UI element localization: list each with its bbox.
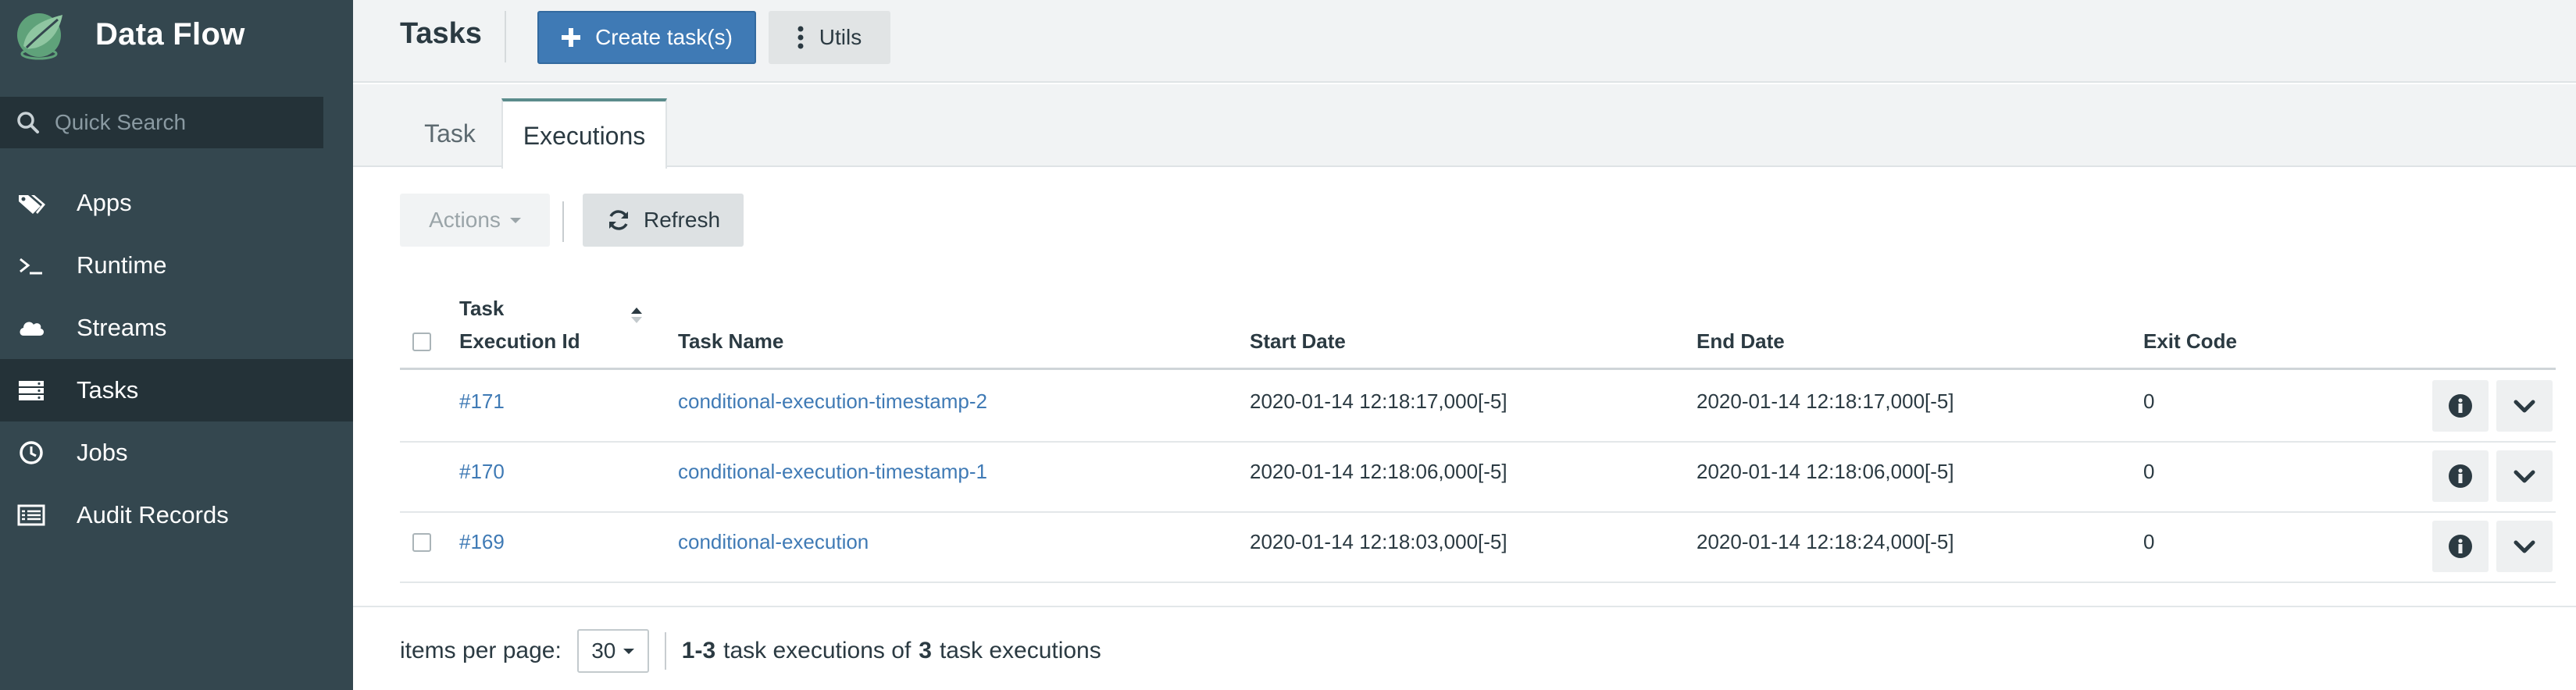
footer-divider-line: [353, 606, 2576, 607]
table-row: #170 conditional-execution-timestamp-1 2…: [400, 443, 2556, 513]
server-icon: [14, 373, 48, 407]
page-title: Tasks: [400, 17, 482, 50]
plus-icon: [562, 28, 581, 47]
refresh-button[interactable]: Refresh: [583, 194, 744, 247]
utils-button[interactable]: Utils: [769, 11, 890, 64]
table-row: #171 conditional-execution-timestamp-2 2…: [400, 372, 2556, 443]
sidebar-item-label: Apps: [77, 189, 132, 216]
details-button[interactable]: [2432, 521, 2489, 572]
table-row: #169 conditional-execution 2020-01-14 12…: [400, 513, 2556, 583]
caret-down-icon: [509, 217, 521, 223]
utils-label: Utils: [819, 25, 862, 49]
actions-dropdown[interactable]: Actions: [400, 194, 550, 247]
search-icon: [17, 112, 39, 133]
chevron-down-icon: [2514, 540, 2535, 553]
end-date: 2020-01-14 12:18:06,000[-5]: [1697, 460, 1954, 483]
items-per-page-select[interactable]: 30: [576, 629, 649, 673]
end-date: 2020-01-14 12:18:24,000[-5]: [1697, 530, 1954, 553]
exit-code: 0: [2143, 460, 2155, 483]
refresh-label: Refresh: [643, 208, 721, 232]
chevron-down-icon: [2514, 400, 2535, 413]
column-header-end-date[interactable]: End Date: [1697, 325, 1785, 357]
execution-id-link[interactable]: #170: [459, 458, 505, 485]
start-date: 2020-01-14 12:18:17,000[-5]: [1250, 389, 1507, 413]
sidebar-item-label: Streams: [77, 314, 167, 341]
info-circle-icon: [2449, 394, 2472, 418]
expand-row-button[interactable]: [2496, 380, 2553, 432]
pagination-total: 3: [919, 638, 932, 663]
column-header-execution-id-line1[interactable]: Task: [459, 292, 504, 325]
list-icon: [14, 498, 48, 532]
tags-icon: [14, 186, 48, 220]
sidebar-item-jobs[interactable]: Jobs: [0, 421, 353, 484]
start-date: 2020-01-14 12:18:03,000[-5]: [1250, 530, 1507, 553]
sidebar-item-streams[interactable]: Streams: [0, 297, 353, 359]
executions-panel: Actions Refresh Task Execution Id Task N…: [353, 169, 2576, 690]
app-title: Data Flow: [95, 16, 245, 52]
sidebar-item-audit-records[interactable]: Audit Records: [0, 484, 353, 546]
items-per-page-value: 30: [591, 638, 616, 663]
column-header-execution-id-line2[interactable]: Execution Id: [459, 325, 580, 357]
select-all-checkbox[interactable]: [412, 333, 431, 351]
pagination-range: 1-3: [681, 638, 716, 663]
cloud-icon: [14, 311, 48, 345]
sidebar-item-label: Jobs: [77, 439, 128, 466]
sidebar-item-label: Tasks: [77, 376, 139, 404]
create-tasks-label: Create task(s): [595, 25, 733, 49]
info-circle-icon: [2449, 464, 2472, 488]
header-divider: [505, 11, 506, 62]
pagination-divider: [664, 632, 666, 670]
refresh-icon: [608, 210, 628, 230]
sort-icon[interactable]: [630, 306, 644, 325]
start-date: 2020-01-14 12:18:06,000[-5]: [1250, 460, 1507, 483]
end-date: 2020-01-14 12:18:17,000[-5]: [1697, 389, 1954, 413]
pagination: items per page: 30 1-3 task executions o…: [400, 628, 1101, 674]
sidebar-item-tasks[interactable]: Tasks: [0, 359, 353, 421]
expand-row-button[interactable]: [2496, 521, 2553, 572]
task-name-link[interactable]: conditional-execution-timestamp-2: [678, 388, 987, 414]
execution-id-link[interactable]: #171: [459, 388, 505, 414]
sidebar-item-apps[interactable]: Apps: [0, 172, 353, 234]
column-header-task-name[interactable]: Task Name: [678, 325, 783, 357]
sidebar-item-runtime[interactable]: Runtime: [0, 234, 353, 297]
caret-down-icon: [623, 648, 635, 654]
table-header: Task Execution Id Task Name Start Date E…: [400, 286, 2556, 370]
details-button[interactable]: [2432, 380, 2489, 432]
create-tasks-button[interactable]: Create task(s): [537, 11, 756, 64]
exit-code: 0: [2143, 530, 2155, 553]
actions-label: Actions: [429, 208, 501, 232]
toolbar-divider: [562, 201, 564, 242]
column-header-start-date[interactable]: Start Date: [1250, 325, 1346, 357]
task-name-link[interactable]: conditional-execution-timestamp-1: [678, 458, 987, 485]
tab-bar: Task Executions: [353, 84, 2576, 170]
tab-executions[interactable]: Executions: [501, 98, 667, 170]
column-header-exit-code[interactable]: Exit Code: [2143, 325, 2237, 357]
row-checkbox[interactable]: [412, 533, 431, 552]
expand-row-button[interactable]: [2496, 450, 2553, 502]
pagination-text-end: task executions: [939, 638, 1101, 663]
info-circle-icon: [2449, 535, 2472, 558]
tab-task[interactable]: Task: [400, 98, 500, 169]
execution-id-link[interactable]: #169: [459, 528, 505, 555]
sidebar-item-label: Runtime: [77, 251, 167, 279]
spring-leaf-logo-icon: [17, 13, 62, 60]
sidebar: Data Flow Apps Runtime Streams: [0, 0, 353, 690]
chevron-down-icon: [2514, 470, 2535, 483]
page-header: Tasks Create task(s) Utils: [353, 0, 2576, 83]
vertical-ellipsis-icon: [797, 26, 804, 49]
sidebar-nav: Apps Runtime Streams Tasks Jobs Audit Re…: [0, 172, 353, 546]
pagination-text-mid: task executions of: [723, 638, 912, 663]
brand[interactable]: Data Flow: [11, 6, 245, 62]
search-input[interactable]: [55, 110, 312, 135]
details-button[interactable]: [2432, 450, 2489, 502]
clock-icon: [14, 436, 48, 470]
task-name-link[interactable]: conditional-execution: [678, 528, 869, 555]
quick-search[interactable]: [0, 97, 323, 148]
items-per-page-label: items per page:: [400, 638, 562, 663]
terminal-icon: [14, 248, 48, 283]
exit-code: 0: [2143, 389, 2155, 413]
sidebar-item-label: Audit Records: [77, 501, 229, 528]
